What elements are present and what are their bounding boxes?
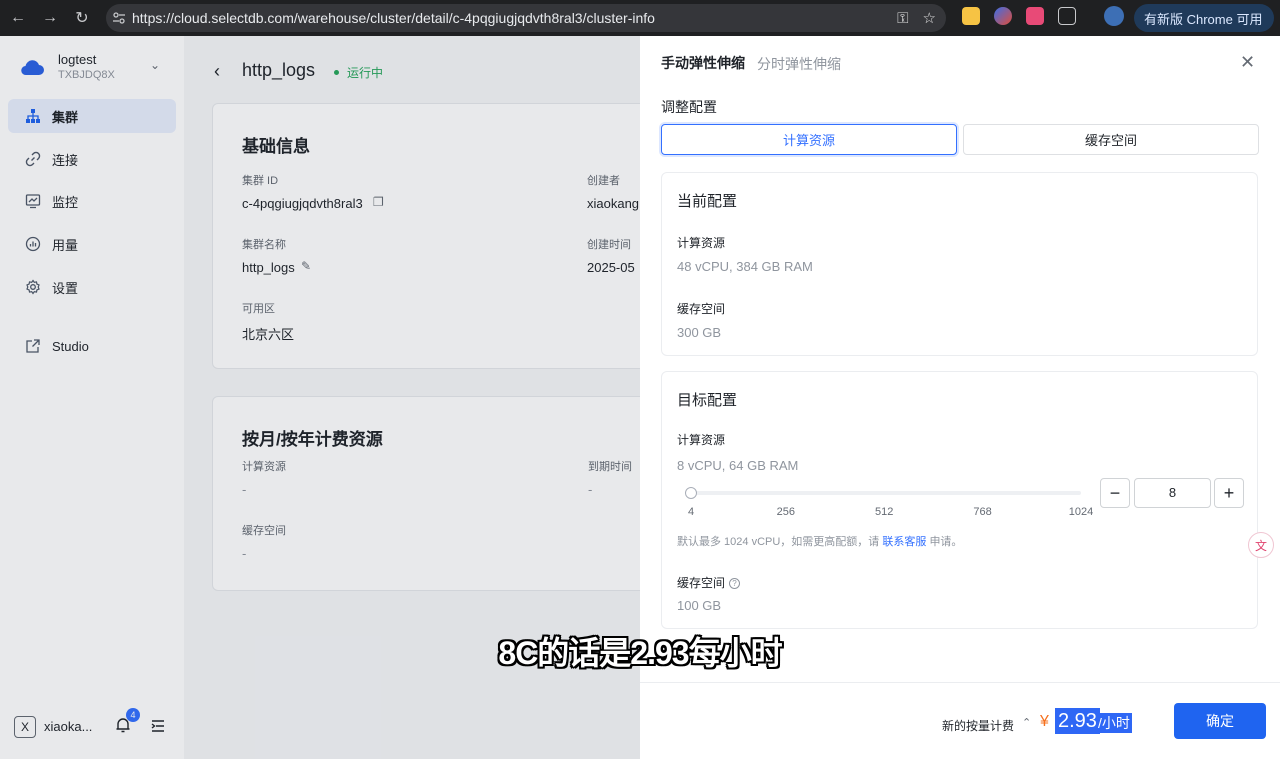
current-cache-label: 缓存空间	[677, 302, 726, 316]
drawer-footer: 新的按量计费 ⌃ ¥ 2.93 /小时 确定	[640, 682, 1280, 759]
current-compute-value: 48 vCPU, 384 GB RAM	[677, 259, 813, 274]
confirm-button[interactable]: 确定	[1174, 703, 1266, 739]
target-compute-value: 8 vCPU, 64 GB RAM	[677, 458, 799, 473]
site-info-icon[interactable]	[106, 4, 132, 32]
extensions-puzzle-icon[interactable]	[1058, 7, 1076, 25]
forward-arrow-icon[interactable]: →	[34, 2, 66, 34]
profile-avatar-icon[interactable]	[1104, 6, 1124, 26]
tab-manual-scaling[interactable]: 手动弹性伸缩	[661, 53, 745, 73]
current-compute-label: 计算资源	[677, 236, 726, 250]
slider-tick-label: 1024	[1068, 506, 1094, 518]
extension-note-icon[interactable]	[962, 7, 980, 25]
help-question-icon[interactable]: ?	[729, 578, 741, 589]
target-config-box: 目标配置 计算资源 8 vCPU, 64 GB RAM 4 256 512 76…	[661, 371, 1258, 629]
quota-hint-suffix: 申请。	[929, 536, 963, 548]
price-value: 2.93	[1055, 708, 1100, 734]
quota-hint-text: 默认最多 1024 vCPU，如需更高配额，请	[677, 536, 880, 548]
extension-pen-icon[interactable]	[994, 7, 1012, 25]
close-icon[interactable]: ✕	[1240, 52, 1255, 73]
target-cache-label-text: 缓存空间	[677, 576, 726, 590]
vcpu-slider-track[interactable]	[689, 491, 1081, 495]
slider-tick-label: 768	[973, 506, 992, 518]
current-config-box: 当前配置 计算资源 48 vCPU, 384 GB RAM 缓存空间 300 G…	[661, 172, 1258, 356]
chevron-up-icon[interactable]: ⌃	[1022, 716, 1031, 729]
slider-tick-label: 4	[687, 506, 695, 518]
quota-hint: 默认最多 1024 vCPU，如需更高配额，请 联系客服 申请。	[677, 533, 962, 549]
price-unit: /小时	[1096, 713, 1132, 733]
slider-tick-label: 256	[776, 506, 796, 518]
segment-cache[interactable]: 缓存空间	[963, 124, 1259, 155]
back-arrow-icon[interactable]: ←	[2, 2, 34, 34]
extension-translate-icon[interactable]	[1026, 7, 1044, 25]
vcpu-stepper-input[interactable]: 8	[1134, 478, 1211, 508]
target-config-title: 目标配置	[677, 392, 738, 409]
segment-compute[interactable]: 计算资源	[661, 124, 957, 155]
chrome-update-button[interactable]: 有新版 Chrome 可用	[1134, 4, 1274, 32]
price-label: 新的按量计费	[942, 719, 1015, 733]
url-text[interactable]: https://cloud.selectdb.com/warehouse/clu…	[132, 10, 655, 26]
decrement-button[interactable]: −	[1100, 478, 1130, 508]
adjust-config-title: 调整配置	[661, 99, 717, 115]
video-subtitle: 8C的话是2.93每小时	[498, 635, 782, 671]
password-key-icon[interactable]: ⚿	[897, 10, 908, 27]
address-bar[interactable]: https://cloud.selectdb.com/warehouse/clu…	[106, 4, 946, 32]
contact-support-link[interactable]: 联系客服	[882, 536, 926, 548]
target-cache-value: 100 GB	[677, 598, 722, 613]
target-compute-label: 计算资源	[677, 433, 726, 447]
target-cache-label: 缓存空间?	[677, 574, 741, 591]
slider-tick-label: 512	[875, 506, 894, 518]
price-currency: ¥	[1040, 713, 1049, 730]
increment-button[interactable]: +	[1214, 478, 1244, 508]
browser-toolbar: ← → ↻ https://cloud.selectdb.com/warehou…	[0, 0, 1280, 36]
current-cache-value: 300 GB	[677, 325, 722, 340]
tab-scheduled-scaling[interactable]: 分时弹性伸缩	[757, 54, 841, 74]
vcpu-slider-handle[interactable]	[684, 487, 697, 499]
translate-float-icon[interactable]: 文	[1248, 532, 1274, 558]
bookmark-star-icon[interactable]: ☆	[923, 9, 936, 27]
reload-icon[interactable]: ↻	[66, 2, 98, 34]
current-config-title: 当前配置	[677, 193, 738, 210]
